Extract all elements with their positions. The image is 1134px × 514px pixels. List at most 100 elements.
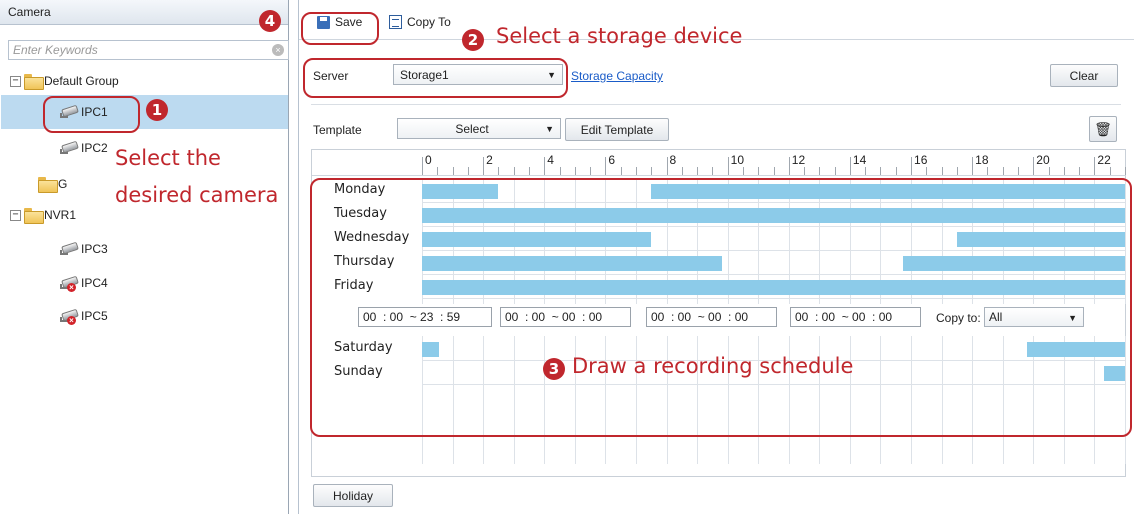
ruler-tick: [559, 167, 561, 175]
ruler-tick: [819, 167, 821, 175]
select-camera-annotation-line1: Select the: [115, 146, 221, 170]
ruler-tick: [849, 157, 851, 175]
tree-node-ipc5[interactable]: × IPC5: [58, 305, 108, 327]
ruler-tick: [712, 167, 714, 175]
ruler-tick: [956, 167, 958, 175]
ruler-tick: [574, 167, 576, 175]
holiday-button[interactable]: Holiday: [313, 484, 393, 507]
copy-to-button[interactable]: Copy To: [389, 15, 451, 29]
step4-badge: 4: [259, 10, 281, 32]
tree-node-default-group[interactable]: − Default Group: [10, 70, 119, 92]
divider: [311, 104, 1121, 105]
select-camera-annotation-line2: desired camera: [115, 183, 279, 207]
ruler-tick: [666, 157, 668, 175]
ruler-label: 10: [730, 153, 744, 167]
ruler-tick: [635, 167, 637, 175]
ruler-tick: [1033, 157, 1035, 175]
tree-node-label: IPC2: [81, 141, 108, 155]
ruler-tick: [773, 167, 775, 175]
ruler-tick: [1002, 167, 1004, 175]
ruler-tick: [651, 167, 653, 175]
ruler-tick: [528, 167, 530, 175]
camera-panel-title: Camera: [0, 0, 288, 25]
delete-icon[interactable]: 🗑: [1089, 116, 1117, 142]
camera-offline-icon: ×: [58, 275, 80, 292]
ruler-tick: [513, 167, 515, 175]
copy-to-label: Copy To: [407, 15, 451, 29]
ruler-tick: [987, 167, 989, 175]
tree-node-label: IPC3: [81, 242, 108, 256]
ruler-tick: [834, 167, 836, 175]
tree-node-ipc3[interactable]: IPC3: [58, 238, 108, 260]
ruler-tick: [895, 167, 897, 175]
ruler-label: 18: [975, 153, 989, 167]
collapse-icon[interactable]: −: [10, 209, 21, 221]
search-placeholder: Enter Keywords: [13, 43, 98, 57]
ruler-label: 12: [791, 153, 806, 167]
step2-highlight: [303, 58, 568, 98]
ruler-tick: [620, 167, 622, 175]
ruler-tick: [941, 167, 943, 175]
ruler-tick: [590, 167, 592, 175]
step2-badge: 2: [462, 29, 484, 51]
ruler-tick: [1109, 167, 1111, 175]
tree-node-nvr1[interactable]: − NVR1: [10, 204, 76, 226]
camera-offline-icon: ×: [58, 308, 80, 325]
step4-highlight: [301, 12, 379, 45]
ruler-tick: [483, 157, 485, 175]
clear-button[interactable]: Clear: [1050, 64, 1118, 87]
folder-icon: [24, 208, 44, 224]
tree-node-ipc2[interactable]: IPC2: [58, 137, 108, 159]
ruler-tick: [1094, 157, 1096, 175]
camera-panel: Camera Enter Keywords × − Default Group …: [0, 0, 289, 514]
step3-highlight: [310, 178, 1132, 437]
ruler-tick: [727, 157, 729, 175]
ruler-tick: [1125, 167, 1126, 175]
folder-icon: [24, 74, 44, 90]
tree-node-label: NVR1: [44, 208, 77, 222]
ruler-tick: [972, 157, 974, 175]
ruler-tick: [926, 167, 928, 175]
edit-template-button[interactable]: Edit Template: [565, 118, 669, 141]
ruler-tick: [422, 157, 423, 175]
ruler-tick: [544, 157, 546, 175]
clear-search-icon[interactable]: ×: [272, 44, 284, 56]
ruler-tick: [697, 167, 699, 175]
ruler-tick: [1048, 167, 1050, 175]
camera-icon: [58, 140, 80, 156]
step3-badge: 3: [543, 358, 565, 380]
tree-node-ipc4[interactable]: × IPC4: [58, 272, 108, 294]
ruler-tick: [467, 167, 469, 175]
ruler-label: 0: [425, 153, 432, 167]
ruler-tick: [681, 167, 683, 175]
draw-schedule-annotation: Draw a recording schedule: [572, 354, 854, 378]
ruler-tick: [1079, 167, 1081, 175]
ruler-tick: [1018, 167, 1020, 175]
step1-badge: 1: [146, 99, 168, 121]
tree-node-label: Default Group: [44, 74, 119, 88]
ruler-label: 20: [1036, 153, 1050, 167]
ruler-tick: [788, 157, 790, 175]
ruler-tick: [742, 167, 744, 175]
hour-ruler: 0 2 4 6 8 10 12 14 16 18 20 22: [312, 150, 1126, 176]
ruler-tick: [911, 157, 913, 175]
tree-node-g[interactable]: G: [38, 173, 67, 195]
search-input[interactable]: Enter Keywords ×: [8, 40, 289, 60]
collapse-icon[interactable]: −: [10, 75, 21, 87]
ruler-label: 2: [486, 153, 493, 167]
camera-icon: [58, 241, 80, 257]
ruler-tick: [865, 167, 867, 175]
ruler-label: 6: [608, 153, 616, 167]
template-label: Template: [313, 123, 362, 137]
folder-icon: [38, 177, 58, 193]
ruler-label: 4: [547, 153, 554, 167]
storage-capacity-link[interactable]: Storage Capacity: [571, 69, 663, 83]
ruler-tick: [1063, 167, 1065, 175]
template-select[interactable]: Select ▼: [397, 118, 561, 139]
tree-node-label: IPC5: [81, 309, 108, 323]
ruler-tick: [758, 167, 760, 175]
tree-node-label: IPC4: [81, 276, 108, 290]
dropdown-arrow-icon: ▼: [545, 124, 554, 134]
ruler-label: 8: [669, 153, 677, 167]
template-select-value: Select: [455, 122, 489, 136]
